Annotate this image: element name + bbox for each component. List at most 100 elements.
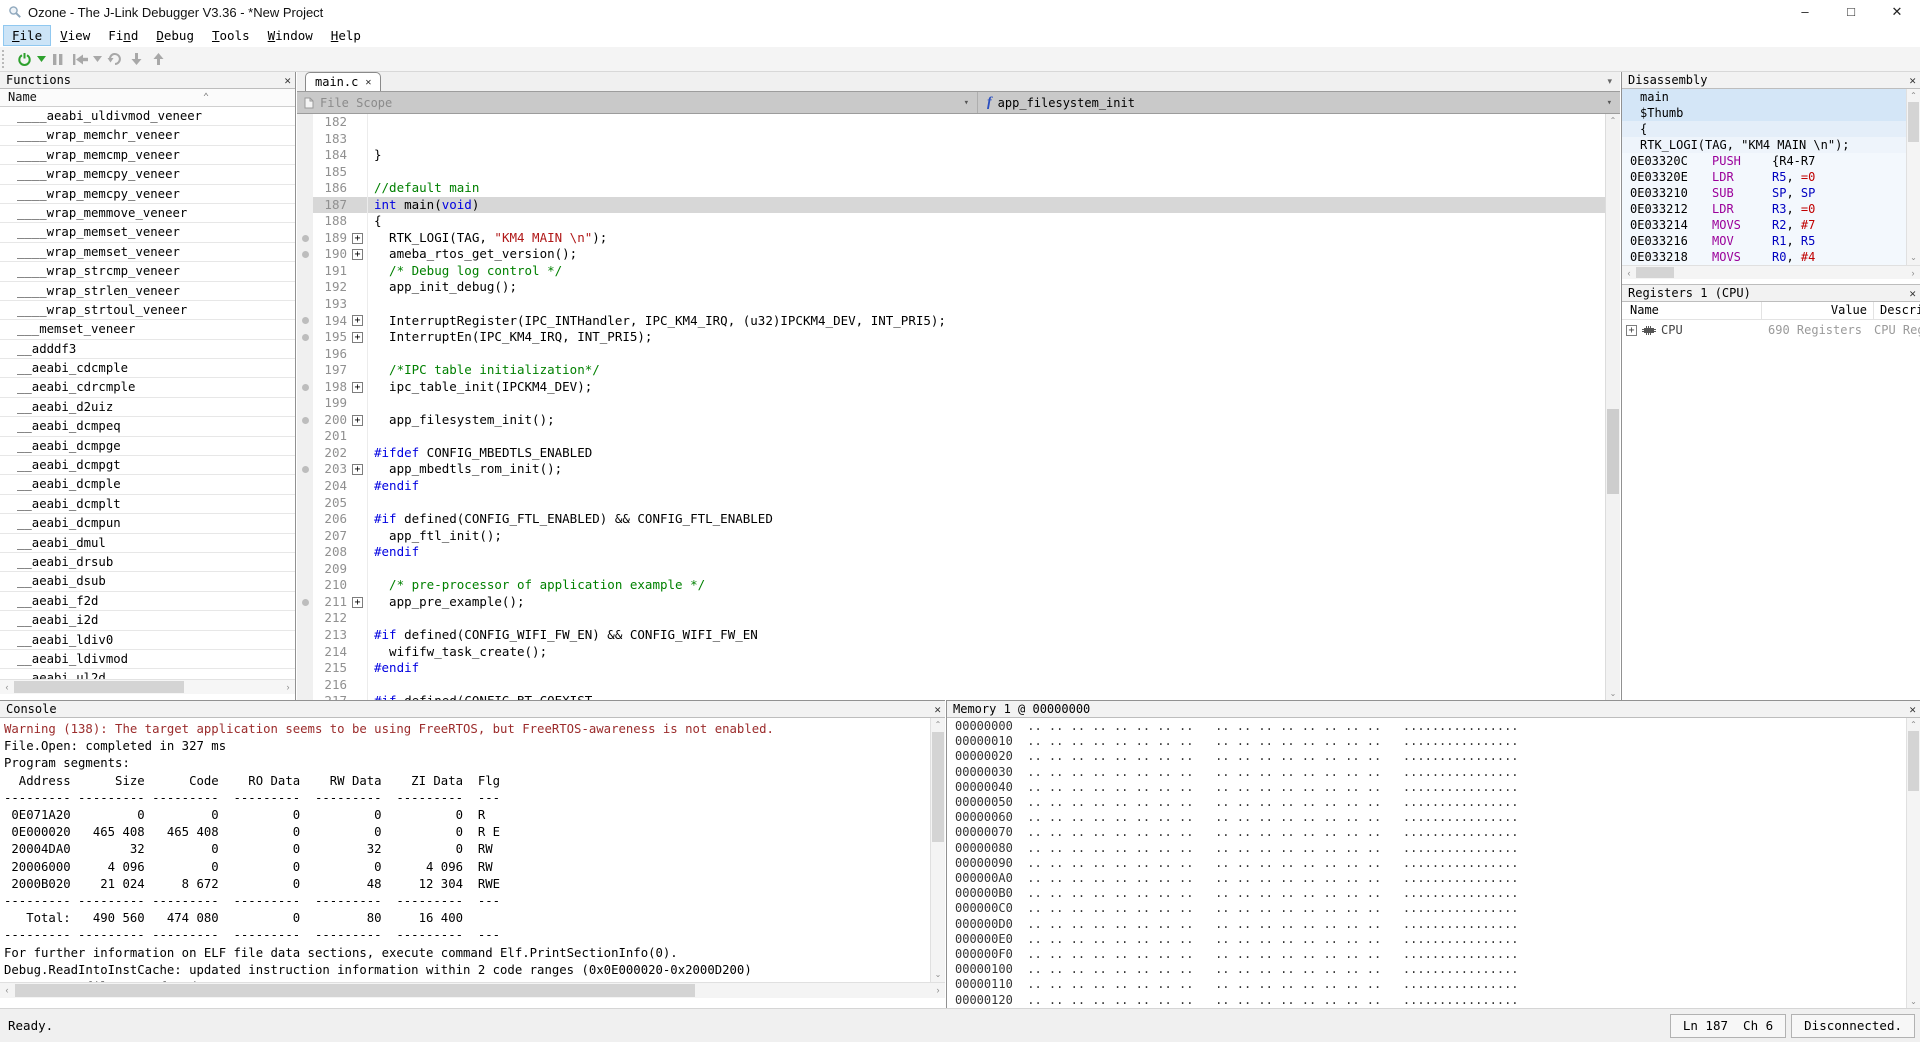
scroll-left-icon[interactable]: ‹ <box>1622 266 1636 280</box>
expand-icon[interactable]: + <box>1626 325 1637 336</box>
console-vscroll-thumb[interactable] <box>932 732 944 842</box>
functions-hscroll-thumb[interactable] <box>14 681 184 693</box>
disassembly-instruction[interactable]: 0E033216MOVR1, R5 <box>1622 233 1920 249</box>
step-back-dropdown-icon[interactable] <box>91 49 103 69</box>
functions-close-icon[interactable]: ✕ <box>284 74 291 87</box>
function-list-item[interactable]: __aeabi_cdrcmple <box>0 378 295 397</box>
scroll-up-icon[interactable]: ⌃ <box>1606 115 1620 127</box>
memory-vscroll-thumb[interactable] <box>1908 731 1919 791</box>
scroll-down-icon[interactable]: ⌄ <box>1606 688 1620 700</box>
code-line[interactable]: 184} <box>297 147 1620 164</box>
function-list-item[interactable]: ____wrap_memmove_veneer <box>0 204 295 223</box>
function-list-item[interactable]: ____wrap_strlen_veneer <box>0 282 295 301</box>
breakpoint-dot-icon[interactable] <box>302 599 309 606</box>
chevron-down-icon[interactable]: ▾ <box>964 98 969 108</box>
code-line[interactable]: 199 <box>297 395 1620 412</box>
function-list-item[interactable]: ____aeabi_uldivmod_veneer <box>0 107 295 126</box>
disassembly-instruction[interactable]: 0E033212LDRR3, =0 <box>1622 201 1920 217</box>
menu-window[interactable]: Window <box>260 26 321 45</box>
function-list-item[interactable]: ____wrap_memcpy_veneer <box>0 185 295 204</box>
menu-debug[interactable]: Debug <box>148 26 202 45</box>
disassembly-vscroll-thumb[interactable] <box>1908 102 1919 142</box>
code-line[interactable]: 207 app_ftl_init(); <box>297 528 1620 545</box>
breakpoint-dot-icon[interactable] <box>302 466 309 473</box>
console-hscroll-thumb[interactable] <box>15 984 695 997</box>
function-list-item[interactable]: __aeabi_f2d <box>0 592 295 611</box>
disassembly-instruction[interactable]: 0E033214MOVSR2, #7 <box>1622 217 1920 233</box>
functions-name-column-header[interactable]: Name ⌃ <box>0 89 295 107</box>
function-list-item[interactable]: ____wrap_strtoul_veneer <box>0 301 295 320</box>
chevron-down-icon[interactable]: ▾ <box>1607 98 1612 108</box>
memory-row[interactable]: 00000080 .. .. .. .. .. .. .. .. .. .. .… <box>947 841 1920 856</box>
scroll-down-icon[interactable]: ⌄ <box>1907 996 1920 1008</box>
code-line[interactable]: 189+ RTK_LOGI(TAG, "KM4 MAIN \n"); <box>297 230 1620 247</box>
console-horizontal-scrollbar[interactable]: ‹ › <box>0 982 945 998</box>
disassembly-vertical-scrollbar[interactable]: ⌃ ⌄ <box>1906 89 1920 265</box>
function-list-item[interactable]: __aeabi_dcmpge <box>0 437 295 456</box>
function-list-item[interactable]: __aeabi_dmul <box>0 534 295 553</box>
code-line[interactable]: 183 <box>297 131 1620 148</box>
expand-inline-icon[interactable]: + <box>352 332 363 343</box>
memory-row[interactable]: 00000110 .. .. .. .. .. .. .. .. .. .. .… <box>947 977 1920 992</box>
memory-row[interactable]: 000000F0 .. .. .. .. .. .. .. .. .. .. .… <box>947 947 1920 962</box>
code-line[interactable]: 193 <box>297 296 1620 313</box>
function-list-item[interactable]: __aeabi_cdcmple <box>0 359 295 378</box>
console-close-icon[interactable]: ✕ <box>934 703 941 716</box>
code-line[interactable]: 191 /* Debug log control */ <box>297 263 1620 280</box>
memory-row[interactable]: 000000B0 .. .. .. .. .. .. .. .. .. .. .… <box>947 886 1920 901</box>
code-line[interactable]: 213#if defined(CONFIG_WIFI_FW_EN) && CON… <box>297 627 1620 644</box>
toolbar-drag-handle[interactable] <box>2 50 9 68</box>
power-icon[interactable] <box>13 49 35 69</box>
scroll-down-icon[interactable]: ⌄ <box>1907 252 1920 264</box>
breakpoint-dot-icon[interactable] <box>302 235 309 242</box>
code-line[interactable]: 186//default main <box>297 180 1620 197</box>
tab-main-c[interactable]: main.c ✕ <box>305 72 381 91</box>
scroll-left-icon[interactable]: ‹ <box>0 680 14 694</box>
expand-inline-icon[interactable]: + <box>352 382 363 393</box>
code-line[interactable]: 188{ <box>297 213 1620 230</box>
pause-icon[interactable] <box>47 49 69 69</box>
menu-help[interactable]: Help <box>323 26 369 45</box>
function-list-item[interactable]: __aeabi_dcmpeq <box>0 417 295 436</box>
function-list-item[interactable]: ____wrap_strcmp_veneer <box>0 262 295 281</box>
code-line[interactable]: 192 app_init_debug(); <box>297 279 1620 296</box>
disassembly-hscroll-thumb[interactable] <box>1636 267 1674 278</box>
function-list-item[interactable]: __aeabi_d2uiz <box>0 398 295 417</box>
disassembly-instruction[interactable]: 0E03320CPUSH{R4-R7 <box>1622 153 1920 169</box>
code-line[interactable]: 210 /* pre-processor of application exam… <box>297 577 1620 594</box>
function-list-item[interactable]: __adddf3 <box>0 340 295 359</box>
code-line[interactable]: 182 <box>297 114 1620 131</box>
breakpoint-dot-icon[interactable] <box>302 251 309 258</box>
scroll-right-icon[interactable]: › <box>281 680 295 694</box>
power-dropdown-icon[interactable] <box>35 49 47 69</box>
disassembly-instruction[interactable]: 0E033210SUBSP, SP <box>1622 185 1920 201</box>
menu-file[interactable]: File <box>4 26 50 45</box>
disassembly-horizontal-scrollbar[interactable]: ‹ › <box>1622 265 1920 279</box>
maximize-button[interactable]: □ <box>1828 0 1874 24</box>
function-combo[interactable]: f app_filesystem_init ▾ <box>978 92 1620 113</box>
code-line[interactable]: 187int main(void) <box>297 197 1620 214</box>
reset-icon[interactable] <box>103 49 125 69</box>
menu-view[interactable]: View <box>52 26 98 45</box>
code-line[interactable]: 216 <box>297 677 1620 694</box>
memory-row[interactable]: 000000D0 .. .. .. .. .. .. .. .. .. .. .… <box>947 917 1920 932</box>
code-line[interactable]: 215#endif <box>297 660 1620 677</box>
memory-row[interactable]: 00000100 .. .. .. .. .. .. .. .. .. .. .… <box>947 962 1920 977</box>
code-line[interactable]: 214 wififw_task_create(); <box>297 644 1620 661</box>
function-list-item[interactable]: __aeabi_dcmple <box>0 475 295 494</box>
disassembly-close-icon[interactable]: ✕ <box>1909 74 1916 87</box>
expand-inline-icon[interactable]: + <box>352 249 363 260</box>
registers-cpu-row[interactable]: + CPU 690 Registers CPU Registers <box>1622 320 1920 340</box>
breakpoint-dot-icon[interactable] <box>302 334 309 341</box>
function-list-item[interactable]: __aeabi_dcmpun <box>0 514 295 533</box>
breakpoint-dot-icon[interactable] <box>302 417 309 424</box>
registers-description-column[interactable]: Description <box>1874 302 1920 319</box>
code-line[interactable]: 204#endif <box>297 478 1620 495</box>
function-list-item[interactable]: ____wrap_memcmp_veneer <box>0 146 295 165</box>
registers-name-column[interactable]: Name <box>1622 302 1762 319</box>
step-into-icon[interactable] <box>125 49 147 69</box>
memory-row[interactable]: 000000E0 .. .. .. .. .. .. .. .. .. .. .… <box>947 932 1920 947</box>
step-back-icon[interactable] <box>69 49 91 69</box>
function-list-item[interactable]: __aeabi_i2d <box>0 611 295 630</box>
expand-inline-icon[interactable]: + <box>352 315 363 326</box>
